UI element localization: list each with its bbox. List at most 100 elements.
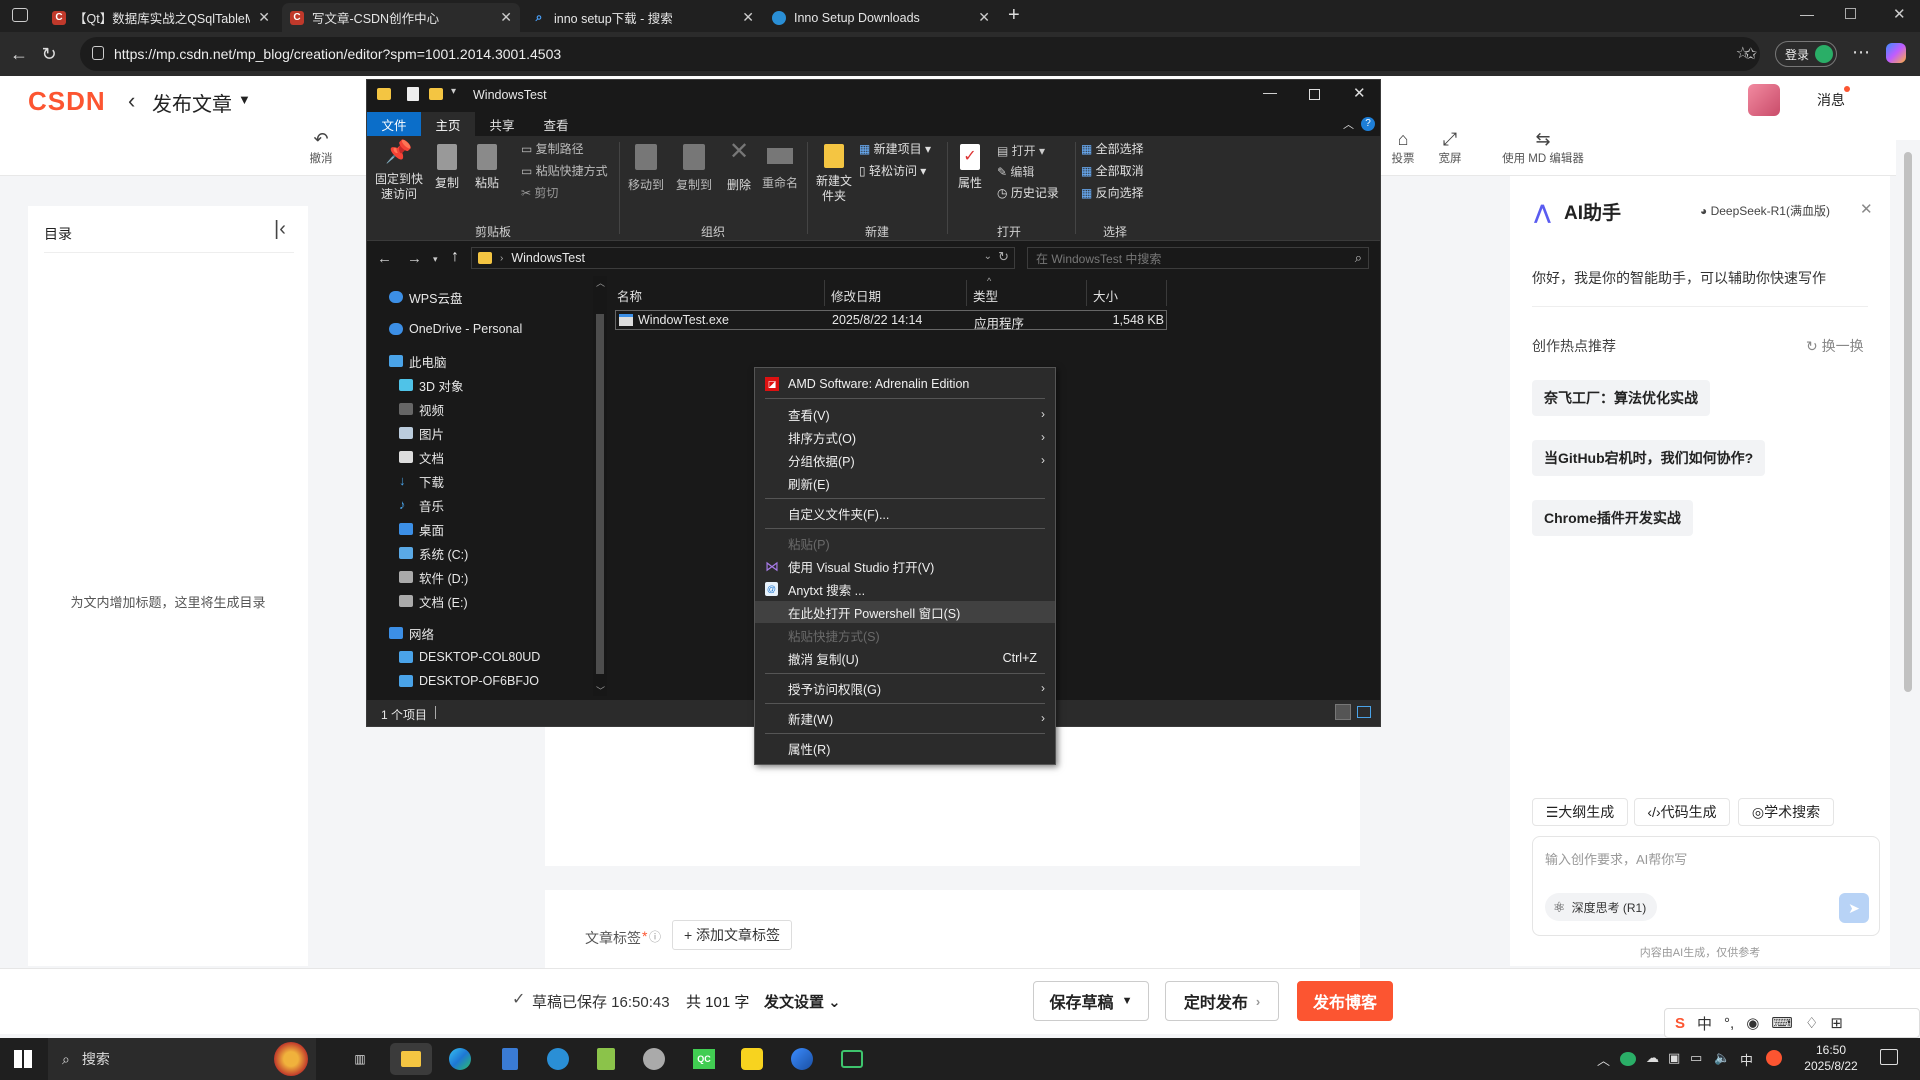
- menu-item-amd[interactable]: ◪ AMD Software: Adrenalin Edition: [755, 373, 1055, 395]
- menu-item-group[interactable]: 分组依据(P) ›: [755, 449, 1055, 471]
- search-field[interactable]: 在 WindowsTest 中搜索 ⌕: [1027, 247, 1369, 269]
- send-icon[interactable]: ➤: [1839, 893, 1869, 923]
- menu-item-sort[interactable]: 排序方式(O) ›: [755, 426, 1055, 448]
- sogou-icon[interactable]: S: [1675, 1015, 1685, 1032]
- messages-link[interactable]: 消息: [1817, 90, 1845, 110]
- qat-dropdown-icon[interactable]: ▾: [451, 86, 456, 97]
- close-ai-icon[interactable]: ✕: [1860, 200, 1873, 218]
- back-chevron-icon[interactable]: ‹: [128, 88, 135, 114]
- tab-home[interactable]: 主页: [421, 112, 475, 136]
- sogou-tray-icon[interactable]: [1766, 1050, 1782, 1066]
- reload-icon[interactable]: ↻: [34, 44, 64, 65]
- nav-documents[interactable]: 文档: [399, 446, 444, 468]
- nav-videos[interactable]: 视频: [399, 398, 444, 420]
- history-button[interactable]: ◷ 历史记录: [997, 186, 1059, 201]
- new-folder-button[interactable]: 新建文件夹: [811, 144, 857, 204]
- favorites-icon[interactable]: ✩: [1744, 44, 1757, 64]
- new-item-button[interactable]: ▦ 新建项目 ▾: [859, 142, 931, 157]
- scroll-down-icon[interactable]: ﹀: [596, 684, 605, 697]
- avatar[interactable]: [1748, 84, 1780, 116]
- paste-button[interactable]: 粘贴: [467, 144, 507, 191]
- path-dropdown-icon[interactable]: ⌄: [984, 251, 992, 262]
- delete-button[interactable]: ✕ 删除: [719, 140, 759, 193]
- taskbar-search[interactable]: ⌕ 搜索: [48, 1038, 316, 1080]
- calculator-icon[interactable]: [494, 1043, 526, 1075]
- login-button[interactable]: 登录: [1775, 41, 1837, 67]
- menu-item-visual-studio[interactable]: ⋈ 使用 Visual Studio 打开(V): [755, 555, 1055, 577]
- file-explorer-taskbar-icon[interactable]: [390, 1043, 432, 1075]
- model-selector[interactable]: ◕ DeepSeek-R1(满血版): [1700, 202, 1830, 219]
- tray-chevron-icon[interactable]: ︿: [1597, 1050, 1610, 1069]
- tab-file[interactable]: 文件: [367, 112, 421, 136]
- menu-item-powershell[interactable]: 在此处打开 Powershell 窗口(S): [755, 601, 1055, 623]
- properties-button[interactable]: ✓ 属性: [953, 144, 987, 191]
- refresh-link[interactable]: ↻ 换一换: [1806, 336, 1864, 356]
- tab-share[interactable]: 共享: [475, 112, 529, 136]
- easy-access-button[interactable]: ▯ 轻松访问 ▾: [859, 164, 926, 179]
- ime-tray-indicator[interactable]: 中: [1740, 1050, 1753, 1069]
- column-date[interactable]: 修改日期: [827, 280, 967, 306]
- keyboard-icon[interactable]: ⌨: [1771, 1014, 1793, 1032]
- invert-selection-button[interactable]: ▦ 反向选择: [1081, 186, 1144, 201]
- microphone-icon[interactable]: ◉: [1746, 1014, 1759, 1032]
- maximize-icon[interactable]: [1309, 89, 1320, 100]
- task-view-icon[interactable]: ▥: [344, 1043, 376, 1075]
- menu-item-new[interactable]: 新建(W) ›: [755, 707, 1055, 729]
- camera-tray-icon[interactable]: ▣: [1668, 1050, 1680, 1066]
- menu-item-view[interactable]: 查看(V) ›: [755, 403, 1055, 425]
- clock[interactable]: 16:50 2025/8/22: [1788, 1042, 1874, 1074]
- undo-button[interactable]: ↶ 撤消: [306, 128, 336, 166]
- minimize-icon[interactable]: —: [1263, 84, 1277, 100]
- csdn-logo[interactable]: CSDN: [28, 86, 106, 117]
- volume-tray-icon[interactable]: 🔈: [1714, 1050, 1730, 1066]
- copy-button[interactable]: 复制: [427, 144, 467, 191]
- nav-3d-objects[interactable]: 3D 对象: [399, 374, 463, 396]
- add-tag-button[interactable]: + 添加文章标签: [672, 920, 792, 950]
- nav-scrollbar[interactable]: ︿ ﹀: [593, 276, 607, 696]
- tab-inno[interactable]: Inno Setup Downloads ✕: [764, 3, 998, 32]
- md-editor-button[interactable]: ⇆ 使用 MD 编辑器: [1498, 128, 1588, 166]
- widescreen-button[interactable]: ⤢ 宽屏: [1435, 128, 1465, 166]
- tab-actions-icon[interactable]: [12, 8, 28, 22]
- ai-input-box[interactable]: 输入创作要求，AI帮你写 ⚛ 深度思考 (R1) ➤: [1532, 836, 1880, 936]
- move-to-button[interactable]: 移动到: [623, 144, 669, 193]
- back-icon[interactable]: ←: [4, 44, 34, 65]
- large-icons-view-icon[interactable]: [1357, 706, 1371, 718]
- more-icon[interactable]: ⋯: [1852, 42, 1870, 63]
- close-icon[interactable]: ✕: [1353, 84, 1366, 102]
- column-size[interactable]: 大小: [1089, 280, 1167, 306]
- close-icon[interactable]: ✕: [978, 9, 990, 26]
- close-icon[interactable]: ✕: [742, 9, 754, 26]
- menu-item-properties[interactable]: 属性(R): [755, 737, 1055, 759]
- collapse-icon[interactable]: |‹: [274, 218, 286, 241]
- scrollbar-thumb[interactable]: [1904, 152, 1912, 692]
- rename-button[interactable]: 重命名: [759, 144, 801, 191]
- cloud-tray-icon[interactable]: ☁: [1646, 1050, 1659, 1066]
- copilot-icon[interactable]: [1886, 43, 1906, 63]
- close-icon[interactable]: ✕: [258, 9, 270, 26]
- network-tray-icon[interactable]: ▭: [1690, 1050, 1702, 1066]
- sticky-app-icon[interactable]: [736, 1043, 768, 1075]
- schedule-button[interactable]: 定时发布 ›: [1165, 981, 1279, 1021]
- topic-chip[interactable]: Chrome插件开发实战: [1532, 500, 1693, 536]
- help-icon[interactable]: ⓘ: [649, 928, 661, 945]
- back-icon[interactable]: ←: [377, 250, 392, 267]
- tab-search[interactable]: ⌕ inno setup下载 - 搜索 ✕: [524, 3, 762, 32]
- menu-item-customize[interactable]: 自定义文件夹(F)...: [755, 502, 1055, 524]
- help-icon[interactable]: ?: [1361, 117, 1375, 131]
- page-scrollbar[interactable]: [1896, 140, 1920, 1038]
- nav-this-pc[interactable]: 此电脑: [389, 350, 447, 372]
- column-type[interactable]: 类型: [969, 280, 1087, 306]
- academic-search-button[interactable]: ◎ 学术搜索: [1738, 798, 1834, 826]
- menu-item-anytxt[interactable]: @ Anytxt 搜索 ...: [755, 578, 1055, 600]
- skin-icon[interactable]: ♢: [1805, 1014, 1818, 1032]
- menu-item-refresh[interactable]: 刷新(E): [755, 472, 1055, 494]
- copy-to-button[interactable]: 复制到: [671, 144, 717, 193]
- nav-drive-e[interactable]: 文档 (E:): [399, 590, 468, 612]
- new-tab-icon[interactable]: +: [1008, 4, 1020, 27]
- nav-desktop-of6bfjo[interactable]: DESKTOP-OF6BFJO: [399, 670, 539, 692]
- title-dropdown-icon[interactable]: ▼: [238, 92, 251, 107]
- nav-drive-d[interactable]: 软件 (D:): [399, 566, 468, 588]
- tab-csdn-editor[interactable]: C 写文章-CSDN创作中心 ✕: [282, 3, 520, 32]
- wechat-tray-icon[interactable]: [1620, 1052, 1636, 1066]
